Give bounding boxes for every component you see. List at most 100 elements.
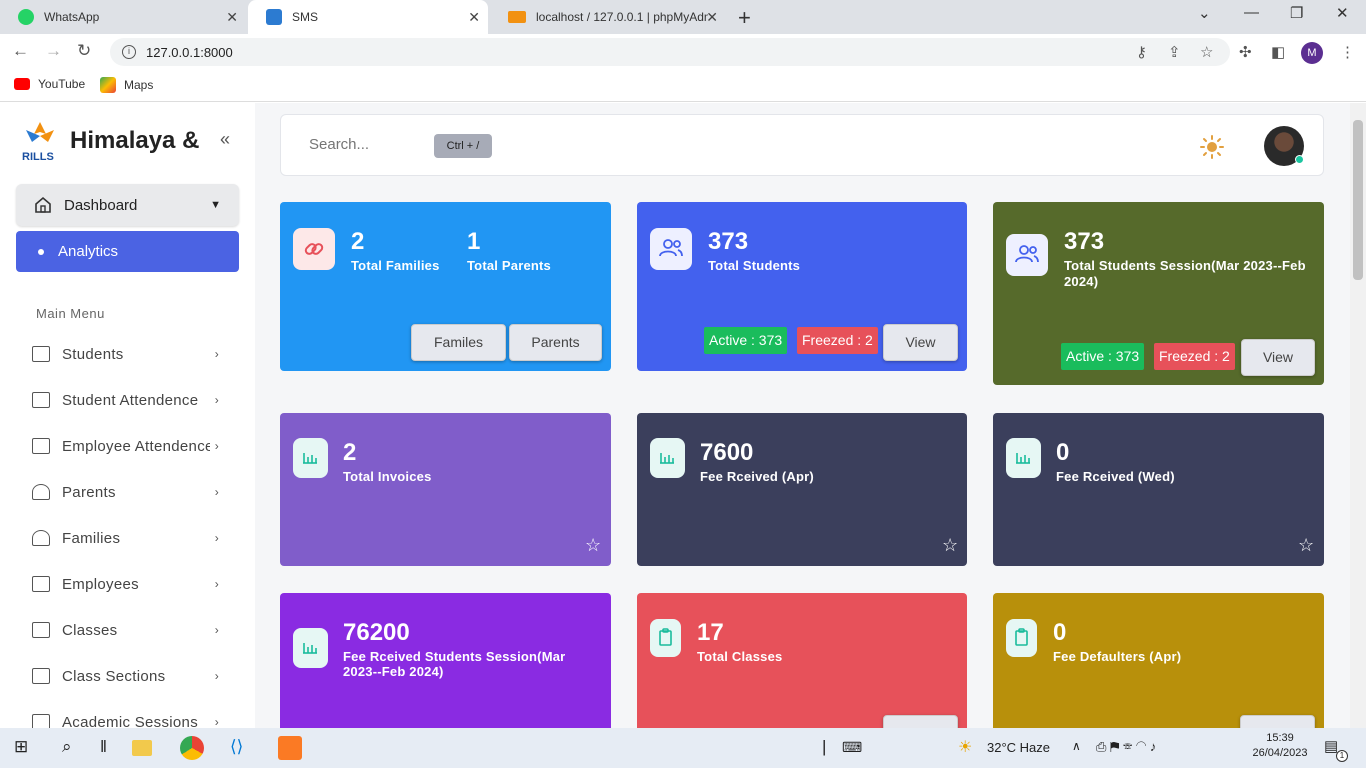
notification-count: 1: [1336, 750, 1348, 762]
users-icon: [1006, 234, 1048, 276]
search-input[interactable]: [309, 136, 419, 153]
show-hidden-icons[interactable]: ∧: [1072, 739, 1081, 753]
bar-chart-icon: [293, 628, 328, 668]
scrollbar-thumb[interactable]: [1353, 120, 1363, 280]
home-icon: [35, 196, 51, 213]
sidebar-item-label: Parents: [62, 483, 116, 501]
star-icon[interactable]: ☆: [1298, 535, 1314, 556]
parents-button[interactable]: Parents: [509, 324, 602, 361]
share-icon[interactable]: ⇪: [1168, 43, 1181, 61]
total-classes-value: 17: [697, 619, 724, 646]
forward-icon[interactable]: →: [45, 41, 62, 61]
minimize-icon[interactable]: —: [1244, 4, 1259, 21]
reload-icon[interactable]: ↻: [77, 41, 91, 61]
file-explorer-icon[interactable]: [132, 740, 152, 756]
fee-apr-card: 7600 Fee Rceived (Apr) ☆: [637, 413, 967, 566]
sidebar-item-label: Classes: [62, 621, 118, 639]
close-tab-icon[interactable]: ✕: [706, 9, 718, 26]
sidebar-item-dashboard[interactable]: Dashboard ▼: [16, 184, 239, 226]
freezed-badge: Freezed : 2: [1154, 343, 1235, 370]
restore-icon[interactable]: ❐: [1290, 4, 1303, 22]
view-session-button[interactable]: View: [1241, 339, 1315, 376]
chevron-down-icon: ▼: [210, 199, 221, 211]
more-menu-icon[interactable]: ⋮: [1340, 43, 1355, 61]
youtube-icon: [14, 78, 30, 90]
tab-phpmyadmin[interactable]: localhost / 127.0.0.1 | phpMyAdm ✕: [490, 0, 726, 34]
fee-defaulters-value: 0: [1053, 619, 1067, 646]
link-icon: [293, 228, 335, 270]
sidebar-item-students[interactable]: Students ›: [32, 339, 227, 369]
sidebar-item-class-sections[interactable]: Class Sections ›: [32, 661, 227, 691]
total-families-value: 2: [351, 228, 365, 255]
task-view-icon[interactable]: ‖: [100, 737, 107, 757]
tab-whatsapp[interactable]: WhatsApp ✕: [0, 0, 246, 34]
search-icon[interactable]: ⌕: [62, 737, 72, 757]
clock[interactable]: 15:39 26/04/2023: [1250, 732, 1310, 759]
tray-icons[interactable]: ⎙ ⚑ ☏ ◠ ♪: [1096, 739, 1156, 755]
bookmark-label: YouTube: [38, 77, 86, 91]
fee-session-card: 76200 Fee Rceived Students Session(Mar 2…: [280, 593, 611, 728]
back-icon[interactable]: ←: [12, 41, 29, 61]
new-tab-button[interactable]: +: [738, 5, 751, 31]
tab-sms[interactable]: SMS ✕: [248, 0, 488, 34]
sidebar-item-classes[interactable]: Classes ›: [32, 615, 227, 645]
monitor-icon: [32, 622, 50, 638]
key-icon[interactable]: ⚷: [1136, 43, 1147, 61]
chevron-right-icon: ›: [214, 485, 219, 499]
windows-taskbar: ⊞ ⌕ ‖ ⟨⟩ | ⌨ ☀ 32°C Haze ∧ ⎙ ⚑ ☏ ◠ ♪ 15:…: [0, 728, 1366, 768]
user-avatar[interactable]: [1264, 126, 1304, 166]
weather-text[interactable]: 32°C Haze: [987, 740, 1050, 755]
sidebar-item-employees[interactable]: Employees ›: [32, 569, 227, 599]
url-text: 127.0.0.1:8000: [146, 44, 233, 60]
classes-card: 17 Total Classes: [637, 593, 967, 728]
sidebar-item-label: Dashboard: [64, 196, 138, 214]
families-button[interactable]: Familes: [411, 324, 506, 361]
bookmarks-bar: YouTube Maps: [0, 70, 1366, 102]
windows-start-icon[interactable]: ⊞: [14, 737, 28, 757]
clipboard-icon: [650, 619, 681, 657]
site-info-icon[interactable]: i: [122, 45, 136, 59]
view-defaulters-button[interactable]: [1240, 715, 1315, 728]
sidebar-item-analytics[interactable]: Analytics: [16, 231, 239, 272]
sidebar-item-parents[interactable]: Parents ›: [32, 477, 227, 507]
address-bar[interactable]: i 127.0.0.1:8000: [110, 38, 1230, 66]
sun-icon[interactable]: [1200, 135, 1224, 159]
chevron-right-icon: ›: [214, 393, 219, 407]
pen-icon[interactable]: |: [822, 737, 826, 757]
xampp-icon[interactable]: [278, 736, 302, 760]
keyboard-icon[interactable]: ⌨: [842, 739, 862, 756]
close-tab-icon[interactable]: ✕: [468, 9, 480, 26]
chevron-right-icon: ›: [214, 715, 219, 728]
view-classes-button[interactable]: [883, 715, 958, 728]
chevron-right-icon: ›: [214, 669, 219, 683]
tab-label: SMS: [292, 10, 319, 24]
star-icon[interactable]: ☆: [585, 535, 601, 556]
chrome-icon[interactable]: [180, 736, 204, 760]
star-icon[interactable]: ☆: [942, 535, 958, 556]
bookmark-youtube[interactable]: YouTube: [14, 77, 85, 91]
session-students-value: 373: [1064, 228, 1105, 255]
vscode-icon[interactable]: ⟨⟩: [230, 737, 243, 757]
side-panel-icon[interactable]: ◧: [1271, 43, 1285, 61]
collapse-sidebar-icon[interactable]: «: [220, 129, 230, 150]
sidebar-item-families[interactable]: Families ›: [32, 523, 227, 553]
view-students-button[interactable]: View: [883, 324, 958, 361]
browser-tab-strip: WhatsApp ✕ SMS ✕ localhost / 127.0.0.1 |…: [0, 0, 1366, 34]
tab-search-icon[interactable]: ⌄: [1198, 4, 1211, 22]
sidebar-item-academic-sessions[interactable]: Academic Sessions ›: [32, 707, 227, 728]
close-tab-icon[interactable]: ✕: [226, 9, 238, 26]
fee-wed-card: 0 Fee Rceived (Wed) ☆: [993, 413, 1324, 566]
total-families-label: Total Families: [351, 258, 440, 273]
profile-avatar[interactable]: M: [1301, 42, 1323, 64]
total-invoices-label: Total Invoices: [343, 469, 432, 484]
sidebar-item-student-attendence[interactable]: Student Attendence ›: [32, 385, 227, 415]
sidebar-item-employee-attendence[interactable]: Employee Attendence ›: [32, 431, 227, 461]
sidebar-item-label: Employee Attendence: [62, 437, 210, 455]
bookmark-star-icon[interactable]: ☆: [1200, 43, 1213, 61]
window-close-icon[interactable]: ✕: [1336, 4, 1349, 22]
brand-name: Himalaya &: [70, 127, 200, 154]
page-scrollbar[interactable]: [1350, 103, 1366, 728]
bookmark-maps[interactable]: Maps: [100, 77, 153, 93]
extensions-icon[interactable]: ✣: [1239, 43, 1252, 61]
top-header: Ctrl + /: [280, 114, 1324, 176]
